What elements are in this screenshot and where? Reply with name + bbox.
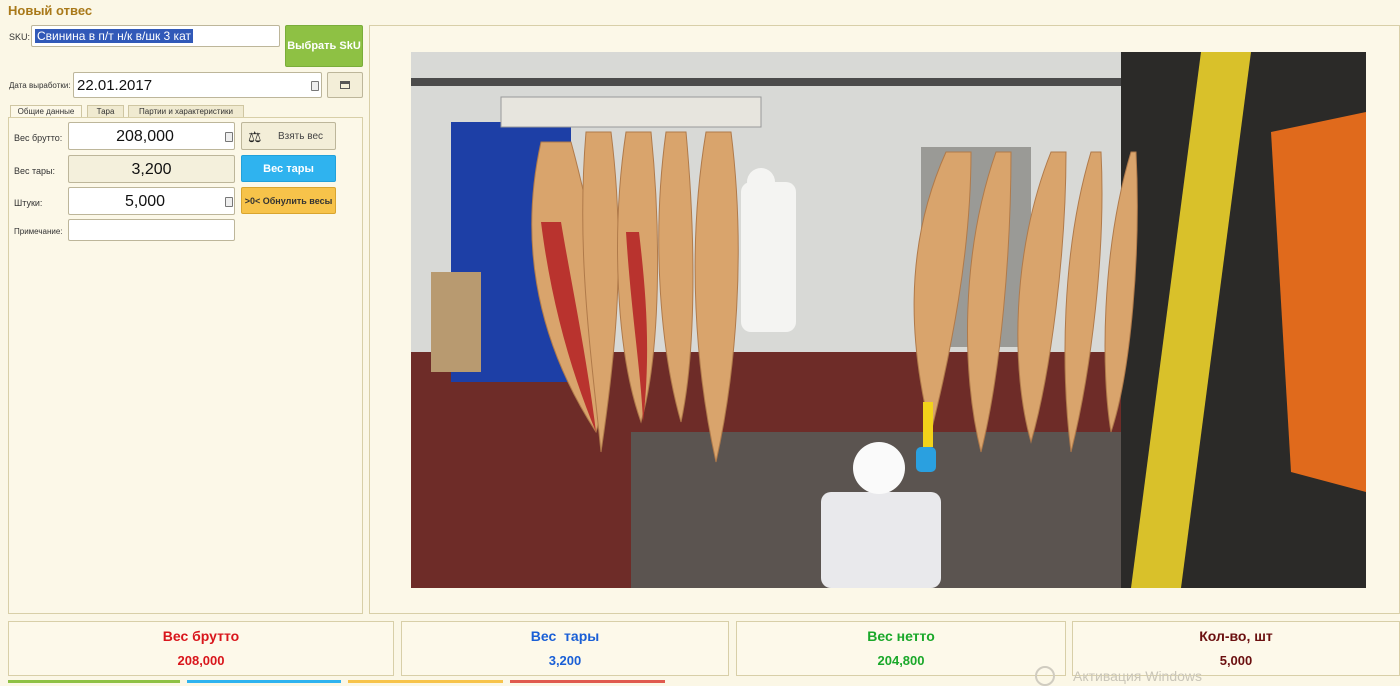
select-sku-button[interactable]: Выбрать SkU (285, 25, 363, 67)
calculator-icon[interactable] (225, 197, 233, 207)
summary-gross-value: 208,000 (177, 653, 225, 668)
summary-net-value: 204,800 (877, 653, 925, 668)
summary-net-title: Вес нетто (867, 628, 935, 644)
pieces-label: Штуки: (14, 198, 43, 208)
sku-value: Свинина в п/т н/к в/шк 3 кат (35, 29, 193, 43)
calculator-icon[interactable] (225, 132, 233, 142)
summary-net: Вес нетто 204,800 (736, 621, 1066, 676)
sku-input[interactable]: Свинина в п/т н/к в/шк 3 кат (31, 25, 280, 47)
summary-count-value: 5,000 (1219, 653, 1253, 668)
tare-weight-button[interactable]: Вес тары (241, 155, 336, 182)
production-date-label: Дата выработки: (9, 81, 71, 90)
date-picker-icon[interactable] (311, 81, 319, 91)
note-label: Примечание: (14, 227, 63, 236)
pieces-value: 5,000 (124, 193, 166, 210)
gross-weight-input[interactable]: 208,000 (68, 122, 235, 150)
tab-batches[interactable]: Партии и характеристики (128, 105, 244, 117)
note-input[interactable] (68, 219, 235, 241)
gross-weight-value: 208,000 (116, 128, 174, 145)
take-weight-button[interactable]: ⚖ Взять вес (241, 122, 336, 150)
summary-gross: Вес брутто 208,000 (8, 621, 394, 676)
summary-tare-value: 3,200 (548, 653, 582, 668)
summary-tare: Вес тары 3,200 (401, 621, 729, 676)
tab-general[interactable]: Общие данные (10, 105, 82, 117)
tare-weight-value: 3,200 (131, 161, 172, 178)
summary-count-title: Кол-во, шт (1199, 628, 1273, 644)
scale-icon: ⚖ (248, 129, 262, 146)
camera-image (411, 52, 1366, 588)
summary-tare-title: Вес тары (530, 628, 600, 644)
windows-activation-icon (1035, 666, 1055, 686)
camera-scene (411, 52, 1366, 588)
window-title: Новый отвес (8, 3, 93, 18)
sku-label: SKU: (9, 32, 31, 42)
tare-weight-field: 3,200 (68, 155, 235, 183)
gross-weight-label: Вес брутто: (14, 133, 63, 143)
tab-tare[interactable]: Тара (87, 105, 124, 117)
production-date-value: 22.01.2017 (77, 77, 153, 94)
windows-activation-watermark: Активация Windows (1073, 668, 1203, 684)
pieces-input[interactable]: 5,000 (68, 187, 235, 215)
tare-weight-label: Вес тары: (14, 166, 56, 176)
zero-scale-button[interactable]: >0< Обнулить весы (241, 187, 336, 214)
calendar-button[interactable] (327, 72, 363, 98)
take-weight-label: Взять вес (278, 130, 323, 142)
production-date-input[interactable]: 22.01.2017 (73, 72, 322, 98)
summary-gross-title: Вес брутто (162, 628, 240, 644)
calendar-icon (340, 81, 350, 89)
